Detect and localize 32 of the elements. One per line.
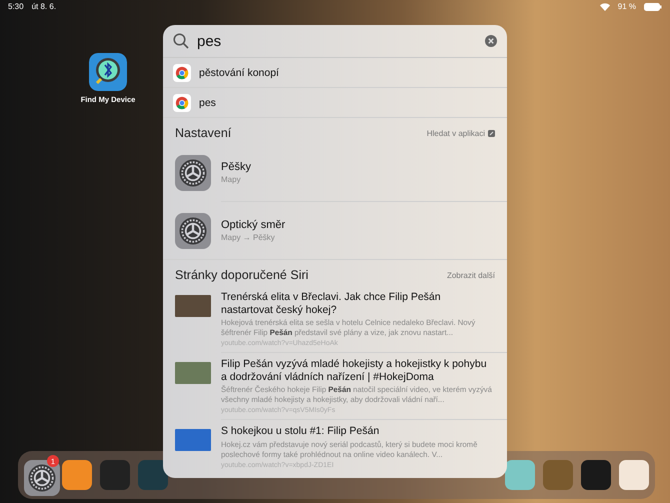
section-title: Nastavení bbox=[175, 126, 232, 140]
video-thumbnail bbox=[175, 295, 211, 317]
search-field[interactable]: pes bbox=[197, 32, 477, 50]
result-title[interactable]: Pěšky bbox=[221, 161, 251, 173]
result-title[interactable]: Trenérská elita v Břeclavi. Jak chce Filip Pešán nastartovat český hokej? bbox=[221, 291, 495, 316]
video-thumbnail bbox=[175, 429, 211, 452]
status-date: út 8. 6. bbox=[32, 2, 56, 11]
wifi-icon bbox=[600, 2, 610, 10]
battery-percent: 91 % bbox=[618, 2, 636, 11]
settings-icon bbox=[175, 212, 211, 248]
suggestion-item[interactable]: pěstování konopí bbox=[163, 58, 507, 88]
result-title[interactable]: S hokejkou u stolu #1: Filip Pešán bbox=[221, 425, 495, 438]
result-path: Mapy bbox=[221, 175, 242, 184]
arrow-icon bbox=[488, 130, 495, 136]
settings-icon bbox=[175, 154, 211, 190]
section-title: Stránky doporučené Siri bbox=[175, 268, 308, 282]
search-icon bbox=[173, 33, 189, 49]
app-icon[interactable] bbox=[89, 53, 127, 91]
browser-icon bbox=[175, 66, 189, 80]
settings-app-icon bbox=[24, 460, 60, 496]
result-path: Mapy → Pěšky bbox=[221, 233, 276, 242]
battery-icon bbox=[644, 2, 662, 10]
result-title[interactable]: Filip Pešán vyzývá mladé hokejisty a hokejistky k pohybu a dodržování vládních nařízení | #HokejDoma bbox=[221, 358, 495, 384]
result-title[interactable]: Optický směr bbox=[221, 219, 286, 231]
app-icon[interactable] bbox=[138, 460, 168, 490]
browser-icon bbox=[175, 96, 189, 110]
search-in-app-link[interactable]: Hledat v aplikaci bbox=[426, 128, 495, 138]
clear-icon[interactable] bbox=[485, 35, 497, 47]
show-more-link[interactable]: Zobrazit další bbox=[446, 270, 495, 280]
suggestion-item[interactable]: pes bbox=[163, 88, 507, 118]
status-time: 5:30 bbox=[8, 2, 24, 11]
video-thumbnail bbox=[175, 362, 211, 384]
